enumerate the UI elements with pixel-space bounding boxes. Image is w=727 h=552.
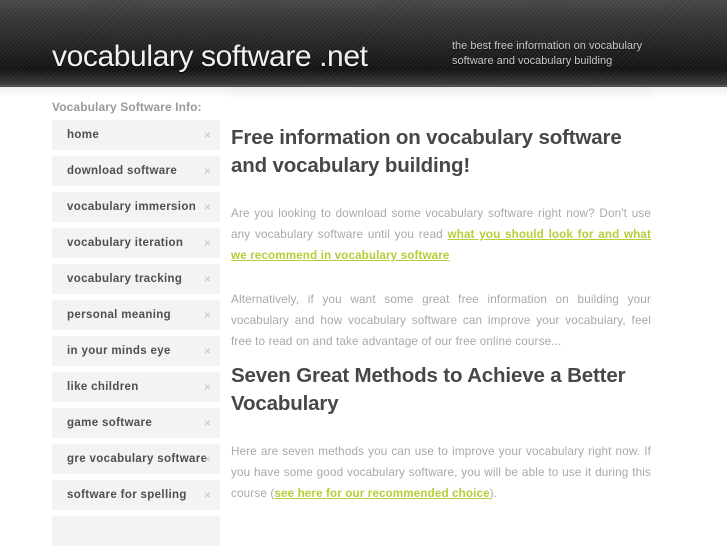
sidebar-item-gre-vocabulary-software[interactable]: gre vocabulary software × [52,444,220,474]
sidebar-item-download-software[interactable]: download software × [52,156,220,186]
sidebar-item-home[interactable]: home × [52,120,220,150]
sidebar-item-label: in your minds eye [67,345,171,357]
sidebar: Vocabulary Software Info: home × downloa… [52,87,220,552]
sidebar-item-label: vocabulary iteration [67,237,184,249]
sidebar-item-label: download software [67,165,178,177]
close-icon[interactable]: × [204,165,211,177]
close-icon[interactable]: × [204,309,211,321]
sidebar-item-vocabulary-immersion[interactable]: vocabulary immersion × [52,192,220,222]
sidebar-item-label: home [67,129,100,141]
sidebar-item-personal-meaning[interactable]: personal meaning × [52,300,220,330]
close-icon[interactable]: × [204,453,211,465]
sidebar-item-vocabulary-tracking[interactable]: vocabulary tracking × [52,264,220,294]
close-icon[interactable]: × [204,417,211,429]
sidebar-title: Vocabulary Software Info: [52,100,202,114]
sidebar-item-label: like children [67,381,139,393]
close-icon[interactable]: × [204,381,211,393]
page-body: Vocabulary Software Info: home × downloa… [0,87,727,546]
close-icon[interactable]: × [204,489,211,501]
sidebar-item-game-software[interactable]: game software × [52,408,220,438]
recommended-choice-link[interactable]: see here for our recommended choice [274,487,489,500]
close-icon[interactable]: × [204,345,211,357]
site-header: vocabulary software .net the best free i… [0,0,727,87]
site-tagline: the best free information on vocabulary … [452,40,643,67]
sidebar-item-label: game software [67,417,153,429]
sidebar-item-in-your-minds-eye[interactable]: in your minds eye × [52,336,220,366]
alternative-paragraph: Alternatively, if you want some great fr… [231,293,651,348]
close-icon[interactable]: × [204,237,211,249]
sidebar-item-like-children[interactable]: like children × [52,372,220,402]
methods-paragraph: Here are seven methods you can use to im… [231,418,651,504]
close-icon[interactable]: × [204,129,211,141]
sidebar-item-label: gre vocabulary software [67,453,208,465]
sidebar-item-software-for-spelling[interactable]: software for spelling × [52,480,220,510]
section-heading-seven-methods: Seven Great Methods to Achieve a Better … [231,364,626,415]
sidebar-nav-list: home × download software × vocabulary im… [52,120,220,546]
sidebar-item-label: vocabulary tracking [67,273,183,285]
site-logo[interactable]: vocabulary software .net [52,40,368,74]
intro-paragraph: Are you looking to download some vocabul… [231,180,651,266]
page-title: Free information on vocabulary software … [231,126,622,177]
sidebar-item-label: software for spelling [67,489,187,501]
close-icon[interactable]: × [204,201,211,213]
methods-text-after: ). [489,487,498,500]
main-content: Free information on vocabulary software … [231,87,651,504]
sidebar-item-label: vocabulary immersion [67,201,197,213]
sidebar-item-label: personal meaning [67,309,172,321]
sidebar-item-vocabulary-iteration[interactable]: vocabulary iteration × [52,228,220,258]
sidebar-item-partial[interactable] [52,516,220,546]
close-icon[interactable]: × [204,273,211,285]
